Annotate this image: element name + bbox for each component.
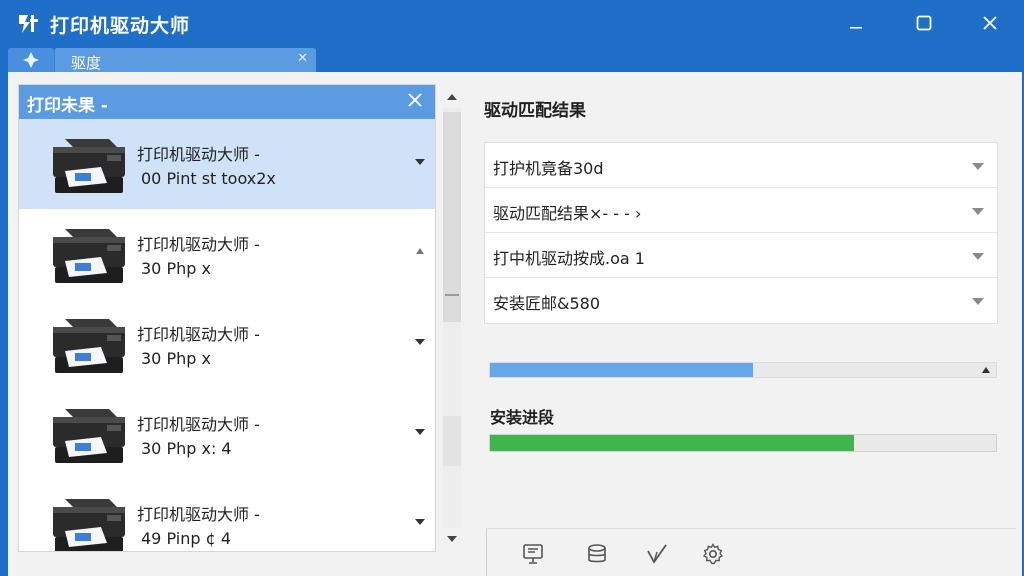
printer-detail: 30 Php x: 4 xyxy=(141,439,232,458)
tab-label: 驱度 xyxy=(71,54,102,72)
printer-detail: 30 Php x xyxy=(141,259,211,278)
printer-list-item[interactable]: 打印机驱动大师 - 49 Pinp ¢ 4 xyxy=(19,479,435,551)
match-dropdown[interactable]: 打中机驱动按成.oa 1 xyxy=(485,233,997,278)
tab-strip: 驱度 ✕ xyxy=(0,46,1024,72)
printer-results-header: 打印未果 - xyxy=(19,85,435,119)
chevron-down-icon[interactable] xyxy=(414,517,426,527)
install-progress-bar xyxy=(489,434,997,452)
database-icon xyxy=(588,544,606,563)
check-button[interactable] xyxy=(642,539,672,569)
dropdown-label: 打护机竟备30d xyxy=(493,159,604,178)
chevron-down-icon[interactable] xyxy=(414,157,426,167)
maximize-icon xyxy=(916,15,932,31)
printer-icon xyxy=(53,229,125,283)
chevron-down-icon[interactable] xyxy=(414,337,426,347)
match-dropdown[interactable]: 安装匠邮&580 xyxy=(485,278,997,323)
check-icon xyxy=(647,544,667,564)
install-progress-fill xyxy=(490,435,855,451)
printer-detail: 00 Pint st toox2x xyxy=(141,169,276,188)
close-icon xyxy=(408,93,422,107)
chevron-down-icon xyxy=(972,163,984,170)
printer-name: 打印机驱动大师 - xyxy=(137,325,260,344)
printer-icon xyxy=(53,139,125,193)
bottom-toolbar xyxy=(486,528,1016,576)
scrollbar-thumb[interactable] xyxy=(443,112,461,322)
printer-list-item[interactable]: 打印机驱动大师 - 30 Php x xyxy=(19,209,435,299)
printer-detail: 49 Pinp ¢ 4 xyxy=(141,529,232,548)
dropdown-label: 打中机驱动按成.oa 1 xyxy=(493,249,645,268)
printer-list-item[interactable]: 打印机驱动大师 - 30 Php x: 4 xyxy=(19,389,435,479)
printer-list-scrollbar[interactable] xyxy=(438,86,466,552)
scroll-down-icon[interactable] xyxy=(446,534,458,544)
scrollbar-secondary-thumb[interactable] xyxy=(443,416,461,466)
chevron-down-icon xyxy=(972,208,984,215)
title-bar: 打印机驱动大师 xyxy=(0,0,1024,46)
app-title: 打印机驱动大师 xyxy=(50,15,191,37)
close-window-button[interactable] xyxy=(976,10,1004,36)
monitor-icon xyxy=(523,544,543,564)
scrollbar-grip xyxy=(445,294,459,296)
match-dropdown[interactable]: 打护机竟备30d xyxy=(485,143,997,188)
app-logo-icon xyxy=(19,15,38,33)
dropdown-label: 驱动匹配结果×- - - › xyxy=(493,204,642,223)
printer-icon xyxy=(53,319,125,373)
close-icon xyxy=(983,16,997,30)
database-button[interactable] xyxy=(582,539,612,569)
tab-driver[interactable]: 驱度 ✕ xyxy=(54,48,316,72)
app-small-icon xyxy=(23,52,39,68)
window-body: 打印未果 - 打印机驱动大师 - 00 Pint st toox2x 打印机驱动… xyxy=(8,72,1022,576)
match-results-title: 驱动匹配结果 xyxy=(484,101,586,121)
minimize-icon xyxy=(850,27,862,29)
arrow-up-icon[interactable] xyxy=(982,367,990,373)
monitor-button[interactable] xyxy=(518,539,548,569)
printer-results-title: 打印未果 - xyxy=(27,96,108,116)
match-dropdown[interactable]: 驱动匹配结果×- - - › xyxy=(485,188,997,233)
printer-list-item[interactable]: 打印机驱动大师 - 30 Php x xyxy=(19,299,435,389)
chevron-down-icon[interactable] xyxy=(414,427,426,437)
settings-button[interactable] xyxy=(698,539,728,569)
match-progress-bar xyxy=(489,362,997,378)
arrow-up-icon[interactable] xyxy=(414,247,426,257)
chevron-down-icon xyxy=(972,253,984,260)
match-dropdown-group: 打护机竟备30d 驱动匹配结果×- - - › 打中机驱动按成.oa 1 安装匠… xyxy=(484,142,998,324)
settings-icon xyxy=(702,543,724,565)
install-progress-label: 安装进段 xyxy=(490,408,555,427)
printer-name: 打印机驱动大师 - xyxy=(137,235,260,254)
printer-list-item[interactable]: 打印机驱动大师 - 00 Pint st toox2x xyxy=(19,119,435,209)
printer-icon xyxy=(53,409,125,463)
printer-detail: 30 Php x xyxy=(141,349,211,368)
tab-close-icon[interactable]: ✕ xyxy=(297,51,308,66)
printer-icon xyxy=(53,499,125,551)
dropdown-label: 安装匠邮&580 xyxy=(493,294,601,313)
match-progress-fill xyxy=(490,363,754,377)
minimize-button[interactable] xyxy=(842,10,870,36)
printer-list: 打印机驱动大师 - 00 Pint st toox2x 打印机驱动大师 - 30… xyxy=(19,119,435,551)
printer-results-panel: 打印未果 - 打印机驱动大师 - 00 Pint st toox2x 打印机驱动… xyxy=(18,84,436,552)
printer-name: 打印机驱动大师 - xyxy=(137,415,260,434)
chevron-down-icon xyxy=(972,298,984,305)
panel-close-button[interactable] xyxy=(405,90,425,110)
maximize-button[interactable] xyxy=(910,10,938,36)
home-tab-button[interactable] xyxy=(8,48,54,72)
toolbar-divider xyxy=(486,529,487,576)
scroll-up-icon[interactable] xyxy=(446,92,458,102)
printer-name: 打印机驱动大师 - xyxy=(137,505,260,524)
printer-name: 打印机驱动大师 - xyxy=(137,145,260,164)
